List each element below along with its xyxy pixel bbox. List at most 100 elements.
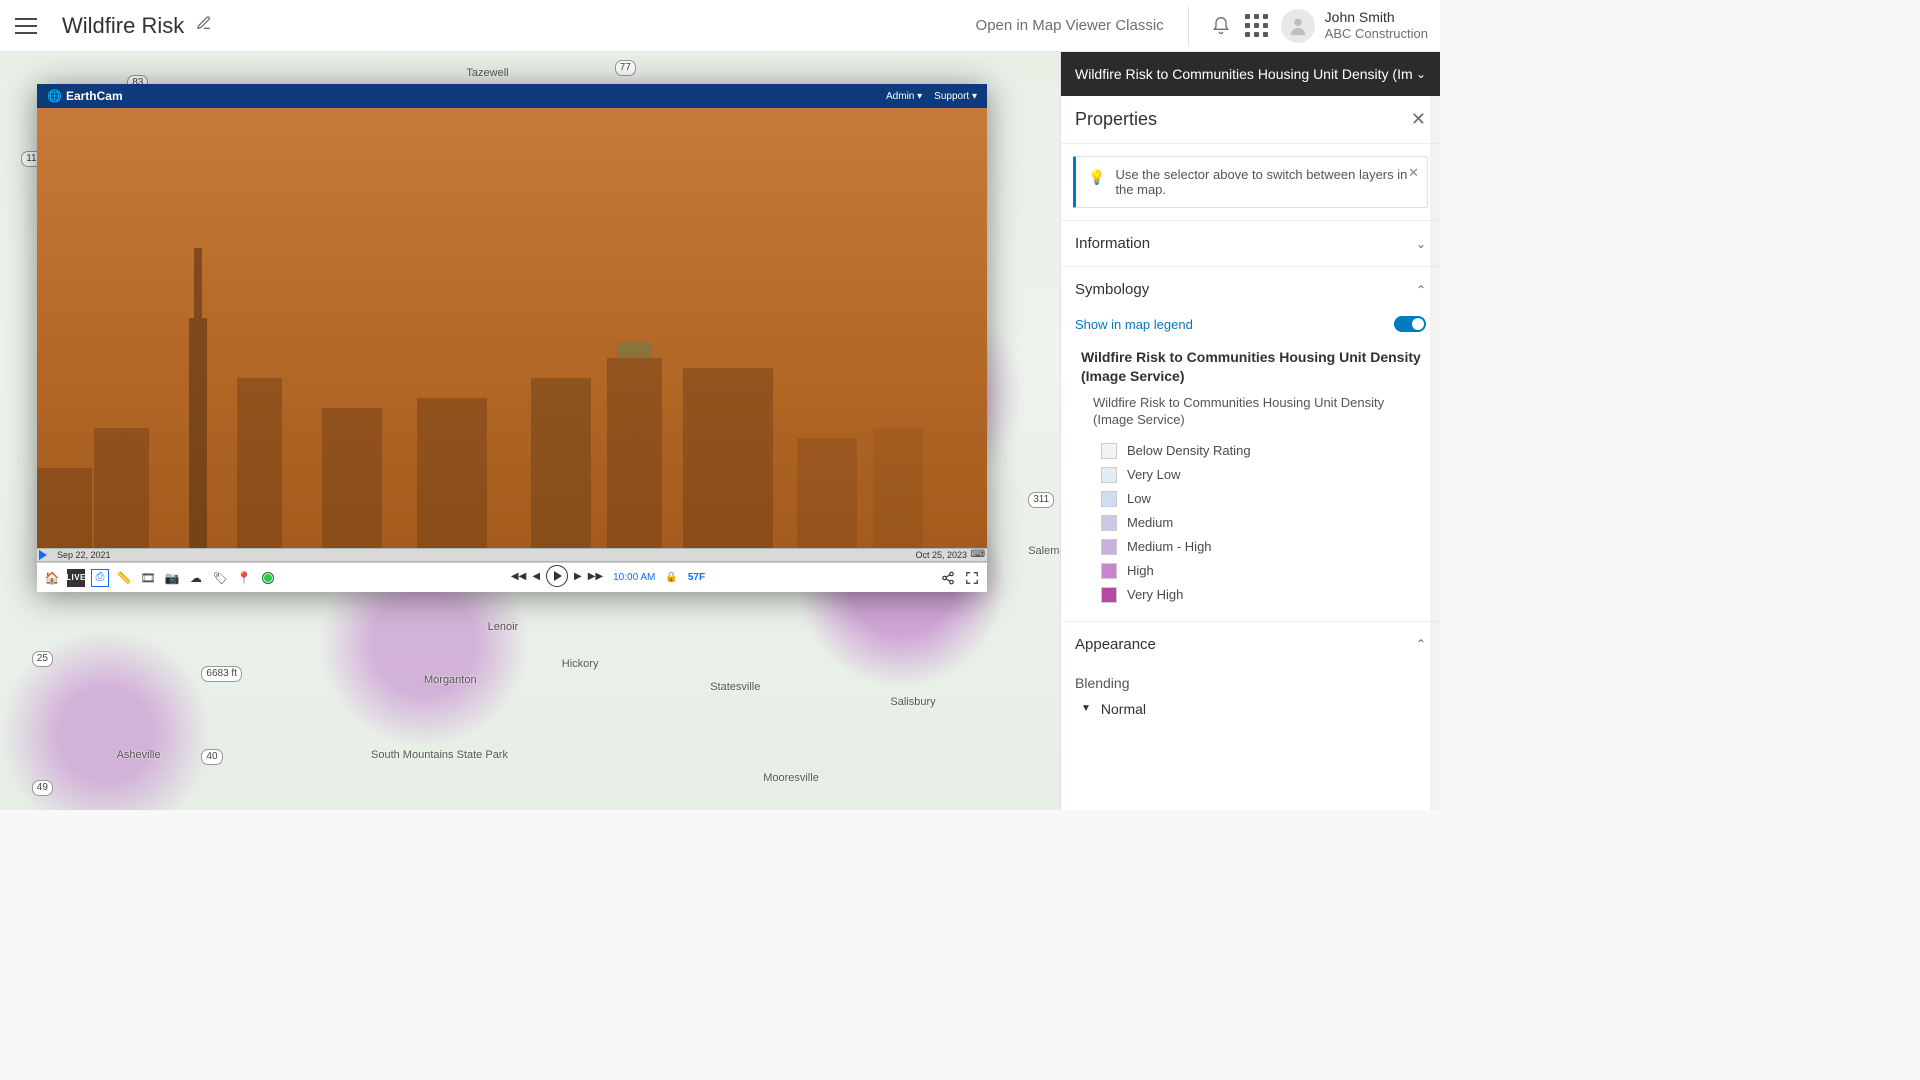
hint-close-icon[interactable]: ✕ — [1408, 165, 1419, 181]
ec-status-dot[interactable] — [259, 569, 277, 587]
ec-snapshot-icon[interactable]: 📷 — [163, 569, 181, 587]
map-city-label: Morganton — [424, 674, 477, 686]
chevron-down-icon: ⌄ — [1416, 237, 1426, 251]
ec-share-icon[interactable] — [939, 569, 957, 587]
layer-selector-label: Wildfire Risk to Communities Housing Uni… — [1075, 66, 1413, 82]
chevron-up-icon: ⌃ — [1416, 283, 1426, 297]
legend-label: High — [1127, 563, 1154, 578]
timeline-keyboard-icon[interactable]: ⌨ — [971, 549, 985, 560]
open-classic-link[interactable]: Open in Map Viewer Classic — [976, 17, 1164, 34]
legend-swatch — [1101, 563, 1117, 579]
hint-text: Use the selector above to switch between… — [1115, 167, 1415, 197]
legend-label: Low — [1127, 491, 1151, 506]
legend-label: Below Density Rating — [1127, 443, 1251, 458]
appearance-title: Appearance — [1075, 636, 1156, 653]
legend-label: Medium - High — [1127, 539, 1212, 554]
map-route-shield: 25 — [32, 651, 53, 667]
map-route-shield: 49 — [32, 780, 53, 796]
ec-temperature: 57F — [688, 572, 705, 583]
blending-select[interactable]: ▼ Normal — [1075, 695, 1426, 717]
user-avatar[interactable] — [1281, 9, 1315, 43]
map-city-label: Statesville — [710, 681, 760, 693]
earthcam-timeline[interactable]: Sep 22, 2021 Oct 25, 2023 ⌨ — [37, 548, 987, 562]
menu-hamburger-icon[interactable] — [12, 12, 40, 40]
map-city-label: Tazewell — [466, 67, 508, 79]
ec-lock-icon: 🔒 — [665, 572, 677, 583]
user-org: ABC Construction — [1325, 26, 1428, 42]
earthcam-support-menu[interactable]: Support ▾ — [934, 91, 977, 102]
map-route-shield: 40 — [201, 749, 222, 765]
legend-item: Medium - High — [1075, 535, 1426, 559]
panel-close-icon[interactable]: ✕ — [1411, 109, 1426, 130]
show-in-legend-label: Show in map legend — [1075, 317, 1193, 332]
earthcam-widget: 🌐 EarthCam Admin ▾ Support ▾ Sep 22, 202… — [37, 84, 987, 592]
information-title: Information — [1075, 235, 1150, 252]
map-city-label: Mooresville — [763, 772, 819, 784]
earthcam-live-image[interactable] — [37, 108, 987, 548]
legend-item: Below Density Rating — [1075, 439, 1426, 463]
timeline-start-date: Sep 22, 2021 — [57, 550, 111, 560]
legend-swatch — [1101, 515, 1117, 531]
edit-title-icon[interactable] — [196, 15, 212, 36]
map-city-label: Salisbury — [890, 696, 935, 708]
map-city-label: South Mountains State Park — [371, 749, 508, 761]
ec-next-fast-icon[interactable]: ▶▶ — [588, 571, 603, 582]
ec-prev-fast-icon[interactable]: ◀◀ — [511, 571, 526, 582]
ec-next-icon[interactable]: ▶ — [574, 571, 582, 582]
app-switcher-icon[interactable] — [1239, 8, 1275, 44]
ec-clip-icon[interactable]: ⎙ — [91, 569, 109, 587]
ec-current-time: 10:00 AM — [613, 572, 655, 583]
properties-panel: Wildfire Risk to Communities Housing Uni… — [1060, 52, 1440, 810]
panel-header: Properties ✕ — [1061, 96, 1440, 144]
ec-home-icon[interactable]: 🏠 — [43, 569, 61, 587]
timeline-end-date: Oct 25, 2023 — [915, 550, 967, 560]
earthcam-logo-icon: 🌐 — [47, 89, 62, 103]
ec-weather-icon[interactable]: ☁ — [187, 569, 205, 587]
ec-timelapse-icon[interactable]: 🎞 — [139, 569, 157, 587]
legend-swatch — [1101, 467, 1117, 483]
legend-item: Medium — [1075, 511, 1426, 535]
legend-item: Very Low — [1075, 463, 1426, 487]
chevron-up-icon: ⌃ — [1416, 637, 1426, 651]
legend-item: Very High — [1075, 583, 1426, 607]
section-information[interactable]: Information ⌄ — [1061, 220, 1440, 266]
map-canvas[interactable]: TazewellLenoirHickoryAshevilleMorgantonM… — [0, 52, 1060, 810]
ec-ruler-icon[interactable]: 📏 — [115, 569, 133, 587]
map-city-label: Hickory — [562, 658, 599, 670]
user-name: John Smith — [1325, 9, 1428, 26]
top-bar: Wildfire Risk Open in Map Viewer Classic… — [0, 0, 1440, 52]
earthcam-admin-menu[interactable]: Admin ▾ — [886, 91, 922, 102]
map-city-label: Salem — [1028, 545, 1059, 557]
earthcam-toolbar: 🏠 LIVE ⎙ 📏 🎞 📷 ☁ 🏷 📍 Oct 25, 2023 ◀◀ ◀ — [37, 562, 987, 592]
earthcam-header: 🌐 EarthCam Admin ▾ Support ▾ — [37, 84, 987, 108]
blending-value: Normal — [1101, 701, 1146, 717]
legend-swatch — [1101, 443, 1117, 459]
ec-pin-icon[interactable]: 📍 — [235, 569, 253, 587]
ec-fullscreen-icon[interactable] — [963, 569, 981, 587]
timeline-play-icon[interactable] — [39, 550, 47, 560]
ec-tag-icon[interactable]: 🏷 — [211, 569, 229, 587]
symbology-layer-title: Wildfire Risk to Communities Housing Uni… — [1075, 344, 1426, 392]
show-in-legend-toggle[interactable] — [1394, 316, 1426, 332]
ec-live-badge[interactable]: LIVE — [67, 569, 85, 587]
lightbulb-icon: 💡 — [1088, 169, 1105, 186]
map-route-shield: 77 — [615, 60, 636, 76]
legend-swatch — [1101, 539, 1117, 555]
earthcam-brand: EarthCam — [66, 89, 123, 103]
user-block: John Smith ABC Construction — [1325, 9, 1428, 41]
symbology-title: Symbology — [1075, 281, 1149, 298]
layer-selector-dropdown[interactable]: Wildfire Risk to Communities Housing Uni… — [1061, 52, 1440, 96]
ec-play-button[interactable] — [546, 565, 568, 587]
legend-label: Medium — [1127, 515, 1173, 530]
hint-message: 💡 Use the selector above to switch betwe… — [1073, 156, 1428, 208]
chevron-down-icon: ⌄ — [1416, 67, 1426, 81]
ec-prev-icon[interactable]: ◀ — [532, 571, 540, 582]
triangle-down-icon: ▼ — [1081, 703, 1091, 714]
notifications-icon[interactable] — [1203, 8, 1239, 44]
map-route-shield: 311 — [1028, 492, 1054, 508]
show-in-legend-row: Show in map legend — [1075, 312, 1426, 344]
main-area: TazewellLenoirHickoryAshevilleMorgantonM… — [0, 52, 1440, 810]
legend-item: High — [1075, 559, 1426, 583]
section-appearance[interactable]: Appearance ⌃ — [1061, 621, 1440, 667]
section-symbology[interactable]: Symbology ⌃ — [1061, 266, 1440, 312]
